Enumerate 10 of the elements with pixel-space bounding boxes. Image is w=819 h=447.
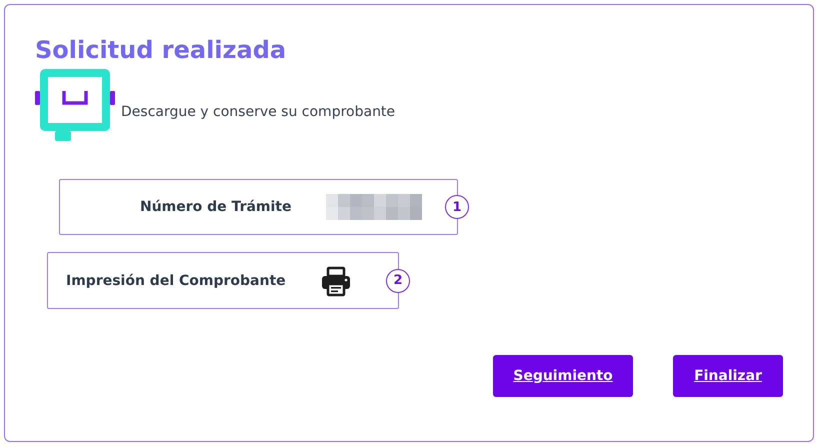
dialog-title: Solicitud realizada — [35, 35, 286, 65]
step-badge: 2 — [386, 268, 410, 292]
field-label: Número de Trámite — [140, 199, 292, 215]
field-label: Impresión del Comprobante — [66, 272, 286, 288]
step-badge: 1 — [445, 195, 469, 219]
printer-icon — [322, 266, 350, 296]
instruction-text: Descargue y conserve su comprobante — [121, 104, 396, 120]
tracking-button[interactable]: Seguimiento — [493, 355, 633, 397]
finish-button[interactable]: Finalizar — [673, 355, 783, 397]
robot-icon — [35, 69, 117, 141]
